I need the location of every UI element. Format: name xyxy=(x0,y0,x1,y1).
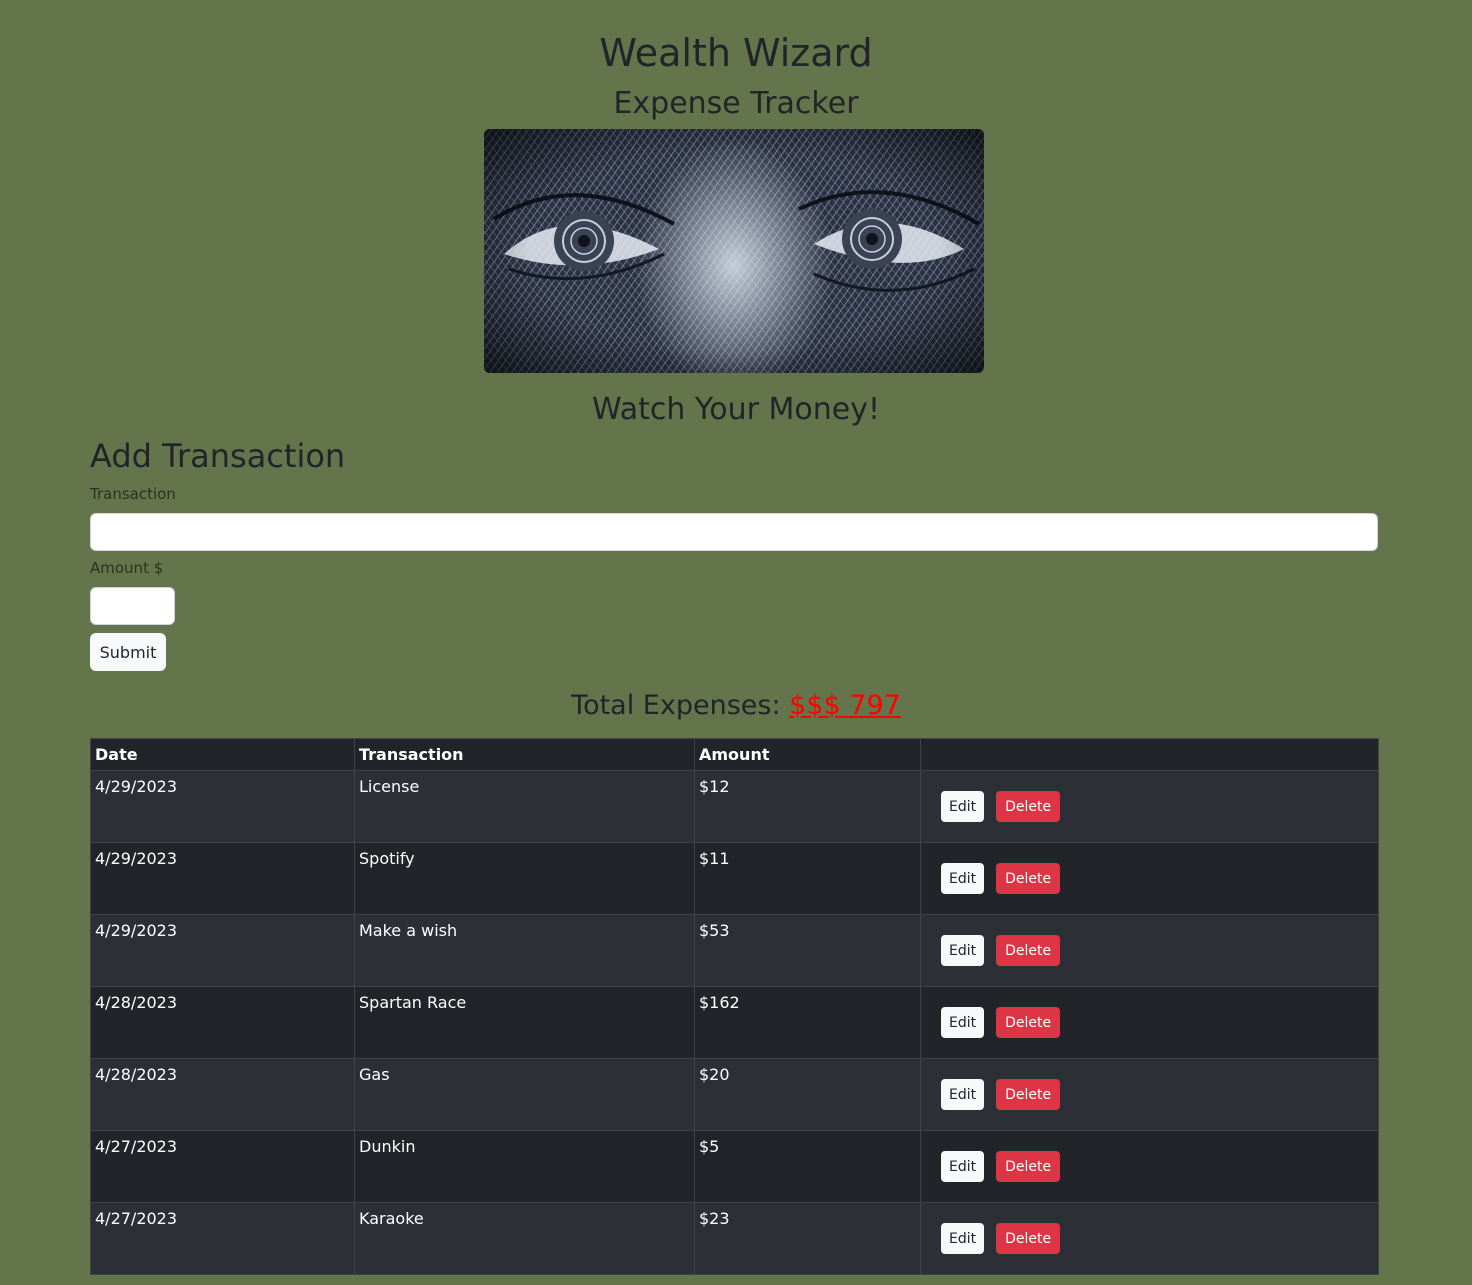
row-actions: Edit Delete xyxy=(920,1130,1379,1203)
row-actions: Edit Delete xyxy=(920,1202,1379,1275)
row-amount: $12 xyxy=(694,770,921,843)
hero-image xyxy=(484,129,984,373)
edit-button[interactable]: Edit xyxy=(941,1223,985,1254)
page: Wealth Wizard Expense Tracker Watch Your… xyxy=(0,0,1472,1285)
edit-button[interactable]: Edit xyxy=(941,863,985,894)
row-transaction: Dunkin xyxy=(354,1130,695,1203)
delete-button[interactable]: Delete xyxy=(996,863,1061,894)
row-amount: $11 xyxy=(694,842,921,915)
table-row: 4/28/2023 Gas $20 Edit Delete xyxy=(90,1058,1379,1131)
transactions-table-wrapper: Date Transaction Amount 4/29/2023 License… xyxy=(90,738,1379,1275)
row-actions: Edit Delete xyxy=(920,770,1379,843)
row-date: 4/29/2023 xyxy=(90,914,355,987)
table-row: 4/27/2023 Karaoke $23 Edit Delete xyxy=(90,1202,1379,1275)
total-expenses-label: Total Expenses: xyxy=(571,690,781,721)
row-amount: $20 xyxy=(694,1058,921,1131)
row-date: 4/29/2023 xyxy=(90,842,355,915)
delete-button[interactable]: Delete xyxy=(996,935,1061,966)
delete-button[interactable]: Delete xyxy=(996,1007,1061,1038)
transaction-input[interactable] xyxy=(90,513,1378,551)
edit-button[interactable]: Edit xyxy=(941,1151,985,1182)
form-title: Add Transaction xyxy=(90,437,346,475)
row-actions: Edit Delete xyxy=(920,914,1379,987)
amount-input[interactable] xyxy=(90,587,175,625)
row-date: 4/28/2023 xyxy=(90,986,355,1059)
total-expenses: Total Expenses: $$$ 797 xyxy=(0,686,1472,726)
row-transaction: Gas xyxy=(354,1058,695,1131)
table-row: 4/28/2023 Spartan Race $162 Edit Delete xyxy=(90,986,1379,1059)
table-body: 4/29/2023 License $12 Edit Delete 4/29/2023 Sp… xyxy=(90,770,1379,1275)
row-date: 4/27/2023 xyxy=(90,1130,355,1203)
row-actions: Edit Delete xyxy=(920,842,1379,915)
row-date: 4/28/2023 xyxy=(90,1058,355,1131)
row-date: 4/29/2023 xyxy=(90,770,355,843)
delete-button[interactable]: Delete xyxy=(996,791,1061,822)
edit-button[interactable]: Edit xyxy=(941,1007,985,1038)
submit-button[interactable]: Submit xyxy=(90,633,166,671)
delete-button[interactable]: Delete xyxy=(996,1151,1061,1182)
transactions-table: Date Transaction Amount 4/29/2023 License… xyxy=(90,738,1379,1275)
row-transaction: Make a wish xyxy=(354,914,695,987)
row-transaction: License xyxy=(354,770,695,843)
delete-button[interactable]: Delete xyxy=(996,1223,1061,1254)
total-expenses-value: $$$ 797 xyxy=(789,690,901,721)
column-header-date: Date xyxy=(90,738,355,771)
row-amount: $5 xyxy=(694,1130,921,1203)
row-transaction: Spotify xyxy=(354,842,695,915)
table-row: 4/29/2023 Spotify $11 Edit Delete xyxy=(90,842,1379,915)
app-subtitle: Expense Tracker xyxy=(613,86,859,121)
row-actions: Edit Delete xyxy=(920,986,1379,1059)
row-actions: Edit Delete xyxy=(920,1058,1379,1131)
table-row: 4/29/2023 Make a wish $53 Edit Delete xyxy=(90,914,1379,987)
app-title: Wealth Wizard xyxy=(599,31,873,75)
column-header-actions xyxy=(920,738,1379,771)
row-transaction: Karaoke xyxy=(354,1202,695,1275)
row-amount: $53 xyxy=(694,914,921,987)
tagline: Watch Your Money! xyxy=(591,392,880,427)
edit-button[interactable]: Edit xyxy=(941,1079,985,1110)
column-header-amount: Amount xyxy=(694,738,921,771)
table-header-row: Date Transaction Amount xyxy=(90,738,1379,771)
table-row: 4/27/2023 Dunkin $5 Edit Delete xyxy=(90,1130,1379,1203)
edit-button[interactable]: Edit xyxy=(941,935,985,966)
delete-button[interactable]: Delete xyxy=(996,1079,1061,1110)
column-header-transaction: Transaction xyxy=(354,738,695,771)
row-amount: $162 xyxy=(694,986,921,1059)
row-date: 4/27/2023 xyxy=(90,1202,355,1275)
table-row: 4/29/2023 License $12 Edit Delete xyxy=(90,770,1379,843)
transaction-label: Transaction xyxy=(90,485,176,503)
row-transaction: Spartan Race xyxy=(354,986,695,1059)
amount-label: Amount $ xyxy=(90,559,164,577)
row-amount: $23 xyxy=(694,1202,921,1275)
edit-button[interactable]: Edit xyxy=(941,791,985,822)
